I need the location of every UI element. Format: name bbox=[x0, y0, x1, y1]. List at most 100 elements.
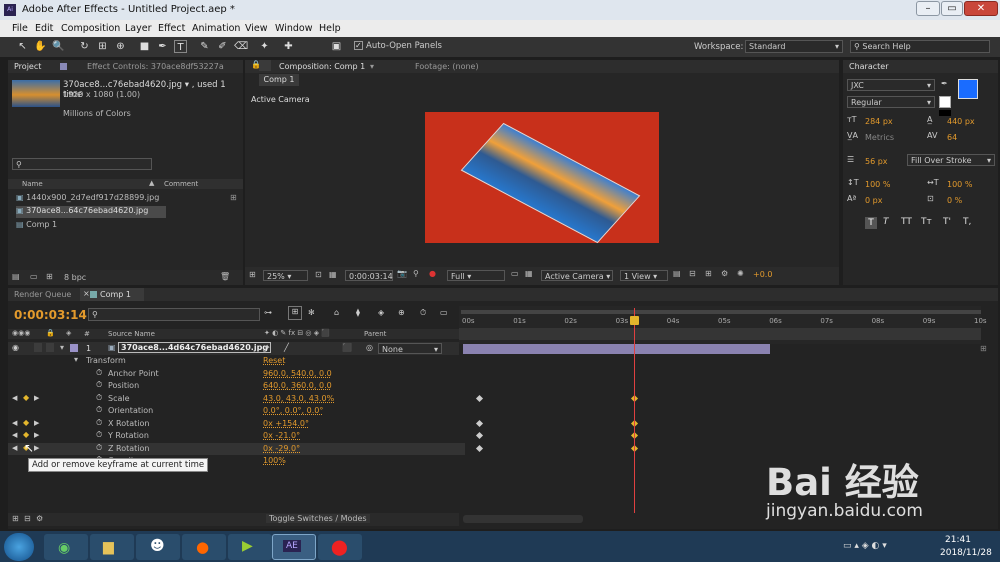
auto-keyframe-icon[interactable]: ⏱ bbox=[420, 308, 426, 318]
eraser-tool-icon[interactable]: ⌫ bbox=[234, 40, 248, 53]
taskbar-explorer-icon[interactable]: ▆ bbox=[90, 534, 134, 560]
brainstorm-icon[interactable]: ◈ bbox=[378, 308, 384, 317]
hand-tool-icon[interactable]: ✋ bbox=[34, 40, 47, 53]
solo-box[interactable] bbox=[34, 343, 42, 352]
chevron-down-icon[interactable]: ▾ bbox=[370, 62, 374, 71]
new-folder-icon[interactable]: ▭ bbox=[30, 272, 38, 281]
column-parent[interactable]: Parent bbox=[364, 330, 386, 338]
stroke-width-value[interactable]: 56 px bbox=[865, 157, 888, 166]
clock-date[interactable]: 2018/11/28 bbox=[940, 548, 992, 558]
timeline-navigator[interactable] bbox=[459, 328, 981, 340]
comp-subtab[interactable]: Comp 1 bbox=[259, 74, 299, 86]
hide-shy-icon[interactable]: ✻ bbox=[308, 308, 315, 317]
exposure-value[interactable]: +0.0 bbox=[753, 270, 772, 279]
tracking-value[interactable]: 64 bbox=[947, 133, 957, 142]
pan-behind-tool-icon[interactable]: ⊕ bbox=[114, 40, 127, 53]
current-time-indicator[interactable] bbox=[633, 308, 635, 513]
property-row[interactable]: ◀ ◆ ▶ ⏱ Y Rotation 0x -21.0° bbox=[8, 430, 465, 442]
taskbar-ae-icon[interactable]: AE bbox=[272, 534, 316, 560]
taskbar-app-green[interactable]: ◉ bbox=[44, 534, 88, 560]
toggle-pixel-icon[interactable]: ▤ bbox=[673, 269, 681, 278]
puppet-tool-icon[interactable]: ✚ bbox=[282, 40, 295, 53]
taskbar-media-icon[interactable]: ▶ bbox=[228, 534, 272, 560]
graph-editor-icon[interactable]: ⊕ bbox=[398, 308, 405, 317]
draft-3d-icon[interactable]: ⊞ bbox=[288, 306, 302, 320]
small-caps-button[interactable]: Tт bbox=[921, 217, 932, 227]
keyframe[interactable] bbox=[475, 431, 483, 440]
table-row[interactable]: ◉ ▾ 1 ▣ 370ace8...4d64c76ebad4620.jpg ✦ … bbox=[8, 342, 459, 355]
menu-help[interactable]: Help bbox=[319, 23, 341, 34]
column-comment[interactable]: Comment bbox=[164, 180, 198, 188]
stopwatch-icon[interactable]: ⏱ bbox=[96, 393, 102, 403]
property-value[interactable]: 0.0°, 0.0°, 0.0° bbox=[263, 406, 323, 415]
work-area-bar[interactable] bbox=[461, 310, 981, 314]
menu-view[interactable]: View bbox=[245, 23, 268, 34]
timeline-timecode[interactable]: 0:00:03:14 bbox=[14, 308, 87, 322]
next-keyframe-icon[interactable]: ▶ bbox=[34, 419, 39, 427]
superscript-button[interactable]: T' bbox=[943, 217, 951, 227]
expand-stretch-icon[interactable]: ⚙ bbox=[36, 514, 43, 523]
property-value[interactable]: 960.0, 540.0, 0.0 bbox=[263, 369, 332, 378]
tab-project[interactable]: Project bbox=[14, 62, 41, 71]
snapshot-icon[interactable]: 📷 bbox=[397, 269, 407, 278]
tab-footage[interactable]: Footage: (none) bbox=[415, 62, 479, 71]
property-value[interactable]: 640.0, 360.0, 0.0 bbox=[263, 381, 332, 390]
label-color[interactable] bbox=[70, 344, 78, 352]
expand-layer-switches-icon[interactable]: ⊞ bbox=[12, 514, 19, 523]
minimize-button[interactable]: – bbox=[916, 1, 940, 16]
pickwhip-icon[interactable]: ◎ bbox=[366, 343, 373, 352]
comp-mini-flowchart-icon[interactable]: ⊶ bbox=[264, 308, 272, 317]
menu-layer[interactable]: Layer bbox=[125, 23, 152, 34]
property-row[interactable]: ◀ ◆ ▶ ⏱ X Rotation 0x +154.0° bbox=[8, 418, 465, 430]
prev-keyframe-icon[interactable]: ◀ bbox=[12, 394, 17, 402]
all-caps-button[interactable]: TT bbox=[901, 217, 912, 227]
kerning-value[interactable]: Metrics bbox=[865, 133, 894, 142]
roto-brush-tool-icon[interactable]: ✦ bbox=[258, 40, 271, 53]
tab-comp1[interactable]: Comp 1 bbox=[100, 290, 131, 299]
comp-button-icon[interactable]: ⊞ bbox=[980, 344, 987, 353]
channel-icon[interactable]: ● bbox=[429, 269, 436, 278]
menu-window[interactable]: Window bbox=[275, 23, 312, 34]
list-item[interactable]: ▣ 370ace8...64c76ebad4620.jpg bbox=[16, 206, 166, 218]
property-value[interactable]: 43.0, 43.0, 43.0% bbox=[263, 394, 334, 403]
keyframe-toggle-icon[interactable]: ◆ bbox=[23, 393, 29, 402]
close-button[interactable]: ✕ bbox=[964, 1, 998, 16]
timeline-search-input[interactable]: ⚲ bbox=[88, 308, 260, 321]
property-value[interactable]: Reset bbox=[263, 356, 285, 365]
menu-composition[interactable]: Composition bbox=[61, 23, 120, 34]
taskbar-record-icon[interactable]: ⬤ bbox=[318, 534, 362, 560]
property-value[interactable]: 100% bbox=[263, 456, 286, 465]
workspace-dropdown[interactable]: Standard ▾ bbox=[745, 40, 843, 53]
keyframe[interactable] bbox=[475, 419, 483, 427]
roi-icon[interactable]: ▭ bbox=[511, 269, 519, 278]
property-row[interactable]: ⏱ Orientation 0.0°, 0.0°, 0.0° bbox=[8, 405, 465, 417]
next-keyframe-icon[interactable]: ▶ bbox=[34, 444, 39, 452]
white-swatch[interactable] bbox=[939, 96, 951, 108]
font-style-dropdown[interactable]: Regular ▾ bbox=[847, 96, 935, 108]
bpc-label[interactable]: 8 bpc bbox=[64, 273, 86, 282]
taskbar-firefox-icon[interactable]: ● bbox=[182, 534, 226, 560]
layer-name[interactable]: 370ace8...4d64c76ebad4620.jpg bbox=[118, 342, 272, 353]
eyedropper-icon[interactable]: ✒ bbox=[941, 79, 948, 88]
prev-keyframe-icon[interactable]: ◀ bbox=[12, 444, 17, 452]
eye-icon[interactable]: ◉ bbox=[12, 343, 19, 352]
faux-bold-button[interactable]: T bbox=[865, 217, 877, 229]
property-row[interactable]: ▾ Transform Reset bbox=[8, 355, 465, 367]
maximize-button[interactable]: ▭ bbox=[941, 1, 963, 16]
safe-zones-icon[interactable]: ⊡ bbox=[315, 270, 322, 279]
font-size-value[interactable]: 284 px bbox=[865, 117, 893, 126]
rotate-tool-icon[interactable]: ↻ bbox=[78, 40, 91, 53]
selection-tool-icon[interactable]: ↖ bbox=[16, 40, 29, 53]
expand-icon[interactable]: ▾ bbox=[74, 355, 78, 364]
keyframe-toggle-icon[interactable]: ◆ bbox=[23, 418, 29, 427]
stroke-mode-dropdown[interactable]: Fill Over Stroke ▾ bbox=[907, 154, 995, 166]
layer-duration-bar[interactable] bbox=[463, 344, 770, 354]
horizontal-scale-value[interactable]: 100 % bbox=[947, 180, 972, 189]
grid-icon[interactable]: ▦ bbox=[329, 270, 337, 279]
fill-color-swatch[interactable] bbox=[958, 79, 978, 99]
start-button[interactable] bbox=[4, 533, 34, 561]
keyframe[interactable] bbox=[475, 444, 483, 452]
rectangle-tool-icon[interactable]: ■ bbox=[138, 40, 151, 53]
next-keyframe-icon[interactable]: ▶ bbox=[34, 431, 39, 439]
column-source-name[interactable]: Source Name bbox=[108, 330, 155, 338]
